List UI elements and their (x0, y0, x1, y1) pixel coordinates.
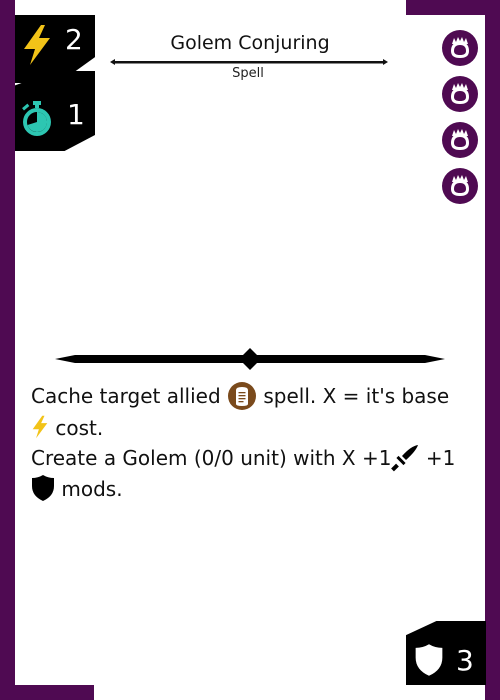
shield-icon (32, 475, 54, 501)
body-divider (55, 348, 445, 370)
stopwatch-icon (22, 101, 51, 136)
armor-value: 3 (456, 644, 474, 677)
rules-line: Cache target allied spell. X = it's base (31, 381, 471, 413)
rune-icon (451, 83, 469, 104)
card-frame-right (485, 0, 500, 700)
speed-stat: 1 (15, 71, 95, 151)
card-frame-left (0, 0, 15, 700)
rules-text: Cache target allied spell. X = it's base… (31, 381, 471, 504)
card-frame-bottom (0, 685, 94, 700)
rune-badge (442, 168, 478, 204)
rules-text-segment: mods. (61, 476, 123, 501)
speed-value: 1 (67, 98, 85, 131)
lightning-icon (32, 415, 48, 439)
card-title: Golem Conjuring (170, 32, 330, 54)
rune-icon (451, 129, 469, 150)
rules-line: mods. (31, 474, 471, 505)
lightning-icon (24, 25, 50, 65)
rules-text-segment: Cache target allied (31, 384, 221, 408)
armor-stat: 3 (406, 621, 486, 685)
card-type: Spell (232, 66, 264, 81)
rules-text-segment: Create a Golem (0/0 unit) with X +1 (31, 446, 392, 470)
rune-icon (451, 37, 469, 58)
rules-line: cost. (31, 413, 471, 444)
spell-scroll-icon (228, 381, 257, 410)
rules-text-segment: cost. (55, 415, 104, 440)
sword-icon (391, 444, 419, 471)
rune-badge (442, 30, 478, 66)
rules-line: Create a Golem (0/0 unit) with X +1 +1 (31, 443, 471, 474)
rules-text-segment: spell. X = it's base (263, 384, 450, 408)
rune-badge (442, 122, 478, 158)
rune-badge (442, 76, 478, 112)
cost-value: 2 (65, 23, 83, 56)
rune-icon (451, 175, 469, 196)
rules-text-segment: +1 (425, 446, 456, 470)
card-frame-top (406, 0, 500, 15)
shield-icon (415, 644, 443, 676)
